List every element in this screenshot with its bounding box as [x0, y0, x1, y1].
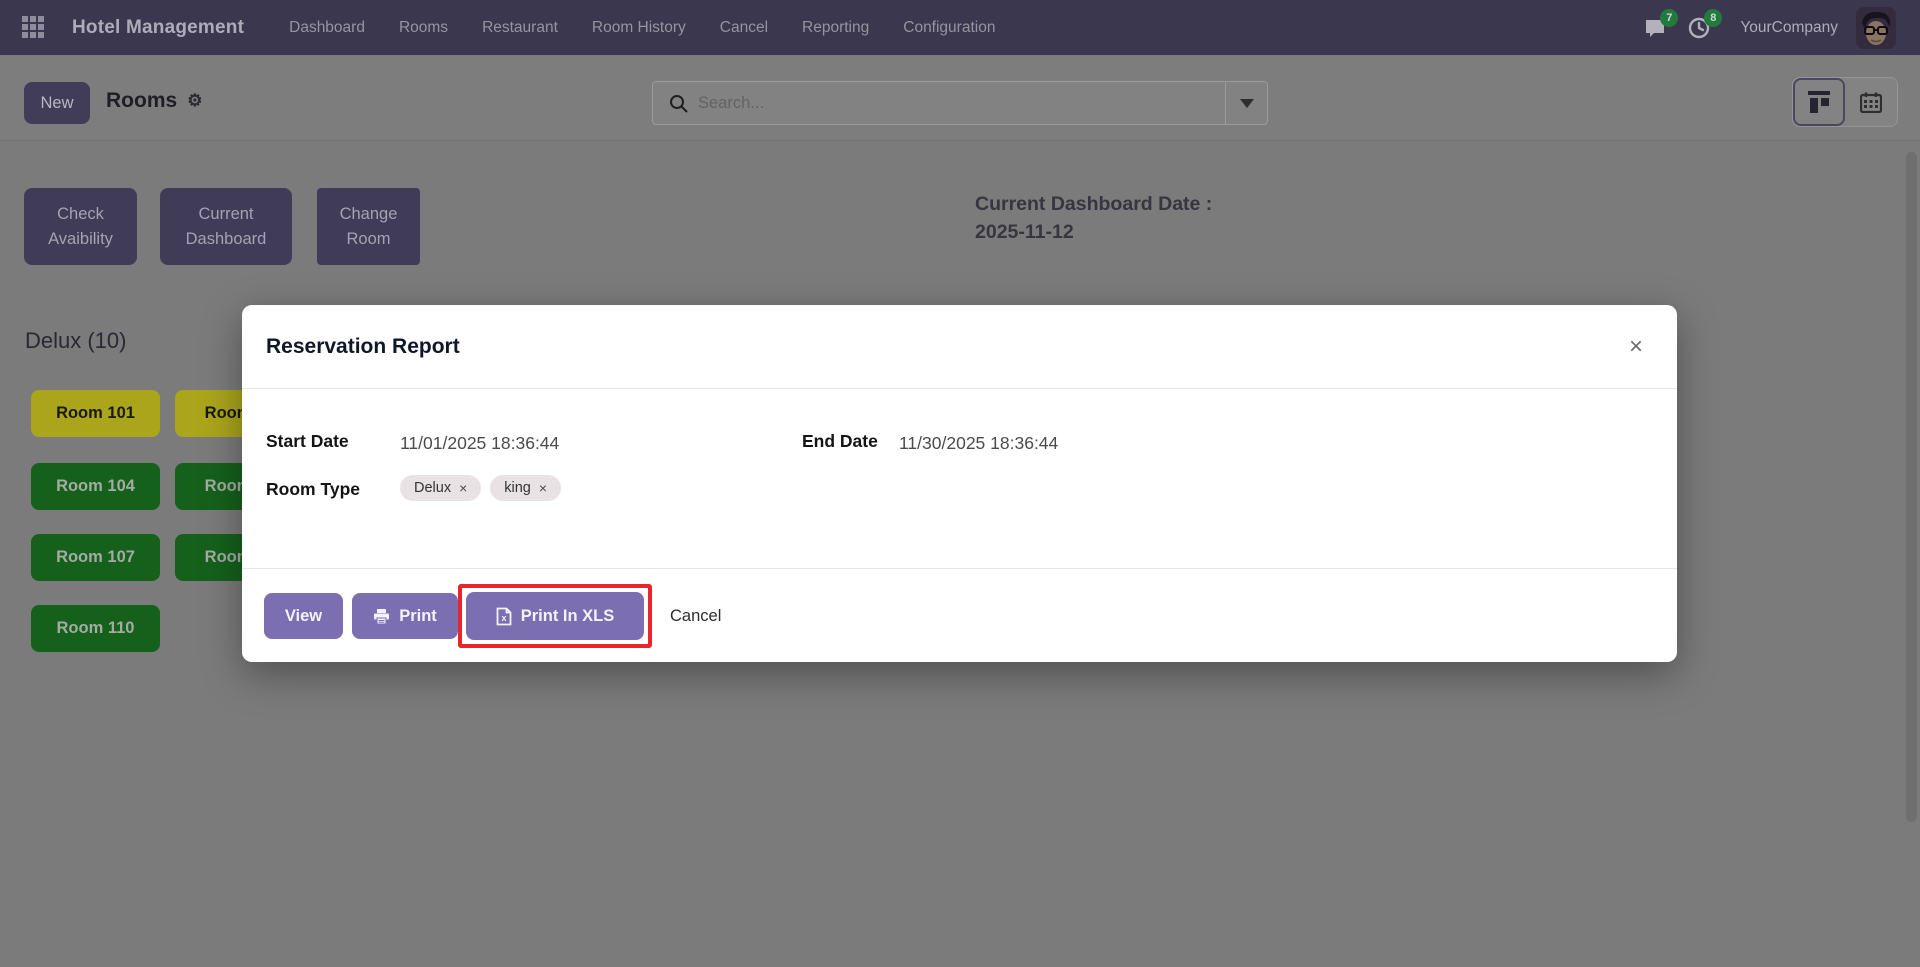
svg-text:x: x — [501, 613, 506, 623]
dialog-header: Reservation Report × — [242, 305, 1677, 389]
scrollbar-thumb[interactable] — [1906, 152, 1917, 822]
menu-room-history[interactable]: Room History — [579, 11, 699, 45]
apps-menu-icon[interactable] — [22, 16, 46, 40]
gear-icon[interactable]: ⚙ — [187, 91, 202, 111]
room-button[interactable]: Room 110 — [31, 605, 160, 652]
dialog-footer: View Print x Print In XLS Cancel — [242, 568, 1677, 662]
current-dashboard-date: Current Dashboard Date : 2025-11-12 — [975, 190, 1212, 246]
current-dashboard-button[interactable]: Current Dashboard — [160, 188, 292, 265]
view-button[interactable]: View — [264, 593, 343, 639]
highlight-box: x Print In XLS — [458, 584, 652, 648]
change-room-button[interactable]: Change Room — [317, 188, 420, 265]
room-button[interactable]: Room 107 — [31, 534, 160, 581]
search-icon — [669, 94, 688, 113]
start-date-label: Start Date — [266, 431, 349, 452]
print-button[interactable]: Print — [352, 593, 458, 639]
calendar-icon — [1860, 91, 1882, 113]
room-type-tags: Delux × king × — [400, 475, 561, 501]
printer-icon — [373, 608, 390, 625]
room-button[interactable]: Room 104 — [31, 463, 160, 510]
tag-label: king — [504, 480, 531, 496]
calendar-view-button[interactable] — [1845, 78, 1897, 126]
tag-label: Delux — [414, 480, 451, 496]
dashboard-date-value: 2025-11-12 — [975, 218, 1212, 246]
cancel-button[interactable]: Cancel — [670, 593, 721, 639]
close-icon[interactable]: × — [1625, 331, 1647, 363]
view-switcher — [1792, 77, 1898, 127]
menu-reporting[interactable]: Reporting — [789, 11, 882, 45]
tag-king[interactable]: king × — [490, 475, 561, 501]
company-name[interactable]: YourCompany — [1740, 19, 1838, 37]
activities-button[interactable]: 8 — [1682, 11, 1716, 45]
activities-badge: 8 — [1704, 9, 1722, 27]
messages-button[interactable]: 7 — [1638, 11, 1672, 45]
kanban-icon — [1808, 91, 1830, 113]
new-button[interactable]: New — [24, 82, 90, 124]
print-in-xls-label: Print In XLS — [521, 607, 615, 626]
messages-badge: 7 — [1660, 9, 1678, 27]
menu-rooms[interactable]: Rooms — [386, 11, 461, 45]
room-category-title: Delux (10) — [25, 328, 126, 354]
remove-tag-icon[interactable]: × — [459, 480, 467, 496]
search-input[interactable] — [688, 94, 1225, 113]
dashboard-date-label: Current Dashboard Date : — [975, 190, 1212, 218]
search-bar — [652, 81, 1268, 125]
xls-file-icon: x — [496, 607, 512, 626]
page-title: Rooms — [106, 89, 177, 113]
tag-delux[interactable]: Delux × — [400, 475, 481, 501]
menu-restaurant[interactable]: Restaurant — [469, 11, 571, 45]
end-date-value[interactable]: 11/30/2025 18:36:44 — [899, 433, 1058, 454]
user-avatar[interactable] — [1856, 7, 1896, 49]
main-menu: Dashboard Rooms Restaurant Room History … — [276, 11, 1008, 45]
top-navbar: Hotel Management Dashboard Rooms Restaur… — [0, 0, 1920, 55]
reservation-report-dialog: Reservation Report × Start Date 11/01/20… — [242, 305, 1677, 662]
menu-configuration[interactable]: Configuration — [890, 11, 1008, 45]
control-panel: New Rooms ⚙ — [0, 55, 1920, 141]
room-button[interactable]: Room 101 — [31, 390, 160, 437]
room-type-label: Room Type — [266, 479, 360, 500]
dialog-body: Start Date 11/01/2025 18:36:44 End Date … — [242, 389, 1677, 568]
check-availability-button[interactable]: Check Avaibility — [24, 188, 137, 265]
print-label: Print — [399, 607, 437, 626]
remove-tag-icon[interactable]: × — [539, 480, 547, 496]
chevron-down-icon — [1240, 99, 1254, 108]
print-in-xls-button[interactable]: x Print In XLS — [466, 592, 644, 640]
app-title[interactable]: Hotel Management — [72, 17, 244, 39]
avatar-image — [1856, 7, 1896, 49]
end-date-label: End Date — [802, 431, 878, 452]
menu-cancel[interactable]: Cancel — [707, 11, 781, 45]
start-date-value[interactable]: 11/01/2025 18:36:44 — [400, 433, 559, 454]
search-filter-dropdown[interactable] — [1225, 82, 1267, 124]
menu-dashboard[interactable]: Dashboard — [276, 11, 378, 45]
dialog-title: Reservation Report — [266, 335, 460, 359]
kanban-view-button[interactable] — [1793, 78, 1845, 126]
